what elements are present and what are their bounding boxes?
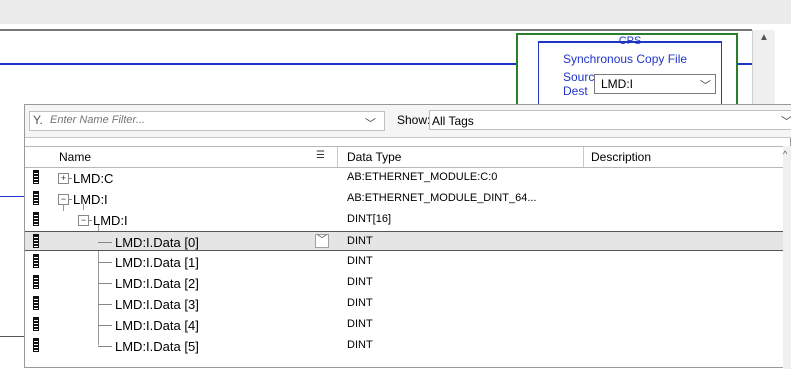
- scroll-up-icon[interactable]: ▲: [759, 32, 769, 43]
- cps-title: CPS: [618, 35, 642, 47]
- tag-browser-panel: Y. ﹀ Show: All Tags ﹀ Name ☰ Data Type D…: [24, 104, 791, 369]
- tag-name: LMD:I.Data [2]: [115, 276, 199, 291]
- tag-icon: [33, 296, 39, 310]
- name-filter-input[interactable]: [48, 113, 352, 127]
- column-description[interactable]: Description: [591, 150, 651, 164]
- tag-name: LMD:I.Data [4]: [115, 318, 199, 333]
- tree-connector: [98, 304, 112, 305]
- tag-data-type: DINT[16]: [347, 213, 392, 225]
- tree-connector: [88, 220, 92, 221]
- tag-data-type: DINT: [347, 235, 373, 247]
- table-row[interactable]: LMD:I.Data [2] DINT: [25, 273, 791, 293]
- show-label: Show:: [397, 113, 431, 127]
- tag-icon: [33, 317, 39, 331]
- tag-data-type: DINT: [347, 339, 373, 351]
- chevron-down-icon[interactable]: ﹀: [781, 113, 791, 129]
- funnel-icon[interactable]: Y.: [33, 113, 43, 127]
- tag-data-type: DINT: [347, 276, 373, 288]
- tag-name: LMD:I.Data [5]: [115, 339, 199, 354]
- rung-line-top: [0, 29, 752, 31]
- table-row[interactable]: LMD:I.Data [5] DINT: [25, 336, 791, 356]
- rung-line: [0, 63, 516, 65]
- table-row[interactable]: − LMD:I AB:ETHERNET_MODULE_DINT_64...: [25, 189, 791, 209]
- chevron-down-icon[interactable]: ﹀: [365, 115, 376, 131]
- rung-line-left-a: [0, 196, 24, 197]
- scroll-up-icon[interactable]: ^: [783, 149, 787, 159]
- tree-connector: [98, 325, 112, 326]
- column-name[interactable]: Name: [59, 150, 91, 164]
- top-strip: [0, 0, 791, 24]
- tree-connector: [68, 199, 72, 200]
- rung-line-left-b: [0, 336, 24, 337]
- name-filter[interactable]: Y. ﹀: [29, 111, 385, 131]
- table-row[interactable]: LMD:I.Data [3] DINT: [25, 294, 791, 314]
- table-row[interactable]: LMD:I.Data [0] ﹀ DINT: [25, 231, 791, 251]
- tag-data-type: AB:ETHERNET_MODULE:C:0: [347, 171, 498, 183]
- table-scrollbar[interactable]: ^: [783, 146, 791, 369]
- table-row[interactable]: + LMD:C AB:ETHERNET_MODULE:C:0: [25, 168, 791, 188]
- column-divider[interactable]: [583, 147, 584, 167]
- tag-data-type: DINT: [347, 255, 373, 267]
- tag-data-type: DINT: [347, 297, 373, 309]
- tag-name: LMD:I.Data [1]: [115, 255, 199, 270]
- cps-description: Synchronous Copy File: [563, 52, 688, 66]
- tag-name: LMD:I.Data [3]: [115, 297, 199, 312]
- dest-label: Dest: [563, 84, 588, 98]
- tag-icon: [33, 191, 39, 205]
- tag-name: LMD:I.Data [0]: [115, 235, 199, 250]
- chevron-down-icon[interactable]: ﹀: [315, 234, 329, 248]
- source-operand-value: LMD:I: [601, 77, 634, 91]
- show-filter-combo[interactable]: All Tags ﹀: [429, 110, 791, 130]
- table-row[interactable]: LMD:I.Data [1] DINT: [25, 252, 791, 272]
- tag-data-type: DINT: [347, 318, 373, 330]
- tag-name: LMD:C: [73, 171, 114, 186]
- tag-icon: [33, 212, 39, 226]
- tree-connector: [98, 242, 112, 243]
- tree-connector: [98, 283, 112, 284]
- table-row[interactable]: − LMD:I DINT[16]: [25, 210, 791, 230]
- tag-name: LMD:I: [73, 192, 108, 207]
- column-divider[interactable]: [337, 147, 338, 167]
- tag-icon: [33, 338, 39, 352]
- sort-icon[interactable]: ☰: [316, 150, 328, 162]
- chevron-down-icon[interactable]: ﹀: [700, 77, 711, 93]
- source-operand-combo[interactable]: LMD:I ﹀: [594, 74, 716, 94]
- tag-icon: [33, 254, 39, 268]
- tree-connector: [98, 346, 112, 347]
- column-header: Name ☰ Data Type Description: [25, 146, 791, 168]
- filter-bar: Y. ﹀ Show: All Tags ﹀: [25, 105, 791, 138]
- tag-data-type: AB:ETHERNET_MODULE_DINT_64...: [347, 192, 537, 204]
- show-filter-value: All Tags: [432, 114, 474, 128]
- tag-icon: [33, 170, 39, 184]
- tree-connector: [98, 262, 112, 263]
- tree-connector: [68, 178, 72, 179]
- tag-icon: [33, 275, 39, 289]
- table-row[interactable]: LMD:I.Data [4] DINT: [25, 315, 791, 335]
- column-data-type[interactable]: Data Type: [347, 150, 401, 164]
- tag-icon: [33, 234, 39, 248]
- rung-line-right: [738, 63, 752, 65]
